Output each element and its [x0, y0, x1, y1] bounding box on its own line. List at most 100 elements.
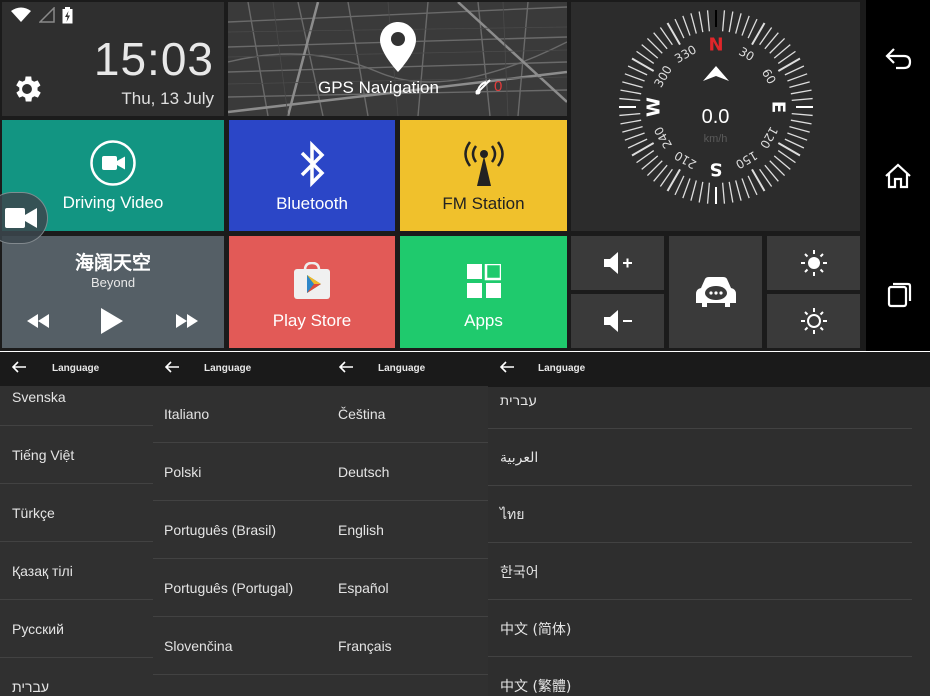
previous-track-icon[interactable] — [27, 314, 49, 328]
compass-tick — [741, 15, 750, 36]
play-store-icon — [294, 262, 330, 299]
compass-degree-label: 60 — [759, 66, 779, 86]
compass-tick — [721, 182, 726, 204]
back-arrow-icon[interactable] — [500, 361, 514, 373]
car-chat-icon — [696, 277, 736, 307]
play-icon[interactable] — [101, 308, 123, 334]
compass-tick — [682, 178, 691, 199]
clock-time: 15:03 — [93, 33, 214, 85]
panel-header: Language — [0, 352, 153, 386]
compass-tick — [690, 180, 697, 201]
voice-assistant-button[interactable] — [669, 236, 762, 348]
compass-tick — [741, 178, 750, 199]
compass-tick — [698, 11, 704, 33]
compass-tick — [619, 97, 641, 102]
language-item[interactable]: Deutsch — [327, 443, 488, 501]
volume-up-icon — [604, 252, 632, 274]
map-pin-icon — [380, 22, 416, 72]
compass-tick — [747, 175, 758, 196]
compass-degree-label: 210 — [672, 148, 699, 172]
system-nav-bar — [866, 0, 930, 351]
language-item[interactable]: Polski — [153, 443, 327, 501]
panel-title: Language — [538, 363, 586, 374]
brightness-down-button[interactable] — [767, 294, 860, 348]
language-item[interactable]: Tiếng Việt — [0, 426, 153, 484]
clock-widget[interactable]: 15:03 Thu, 13 July — [2, 2, 224, 116]
volume-up-button[interactable] — [571, 236, 664, 290]
recent-apps-icon[interactable] — [884, 282, 912, 308]
language-item[interactable]: Қазақ тілі — [0, 542, 153, 600]
play-store-tile[interactable]: Play Store — [229, 236, 395, 348]
gps-navigation-label: GPS Navigation — [318, 78, 439, 97]
language-item[interactable]: Slovenčina — [153, 617, 327, 675]
back-arrow-icon[interactable] — [339, 361, 353, 373]
back-icon[interactable] — [884, 46, 912, 70]
fm-station-label: FM Station — [442, 194, 525, 213]
panel-header: Language — [488, 352, 930, 387]
compass-tick — [735, 180, 742, 201]
compass-north-label: N — [708, 35, 723, 56]
compass-tick — [624, 73, 645, 82]
volume-down-button[interactable] — [571, 294, 664, 348]
language-list: Svenska Tiếng Việt Türkçe Қазақ тілі Рус… — [0, 368, 153, 696]
gear-icon[interactable] — [10, 72, 44, 106]
panel-title: Language — [52, 363, 100, 374]
compass-tick — [627, 65, 648, 76]
language-item[interactable]: 한국어 — [488, 543, 930, 600]
language-panel-1: Svenska Tiếng Việt Türkçe Қазақ тілі Рус… — [0, 352, 153, 696]
compass-tick — [728, 11, 734, 33]
language-item[interactable]: English — [327, 501, 488, 559]
language-item[interactable]: Français — [327, 617, 488, 675]
satellite-count: 0 — [494, 78, 503, 95]
language-list: Čeština Deutsch English Español Français — [327, 385, 488, 675]
compass-south-label: S — [710, 159, 723, 180]
compass-degree-label: 330 — [672, 42, 699, 66]
compass-tick — [735, 13, 742, 34]
back-arrow-icon[interactable] — [165, 361, 179, 373]
compass-tick — [690, 13, 697, 34]
compass-tick — [674, 18, 685, 39]
compass-tick — [784, 65, 805, 76]
speed-value: 0.0 — [701, 106, 730, 128]
panel-title: Language — [204, 363, 252, 374]
language-item[interactable]: العربية — [488, 429, 930, 486]
battery-charging-icon — [62, 7, 73, 24]
language-item[interactable]: עברית — [0, 658, 153, 696]
language-item[interactable]: Italiano — [153, 385, 327, 443]
compass-tick — [721, 10, 726, 32]
apps-label: Apps — [464, 311, 503, 330]
language-item[interactable]: 中文 (简体) — [488, 600, 930, 657]
bluetooth-icon — [300, 140, 325, 188]
language-item[interactable]: Türkçe — [0, 484, 153, 542]
compass-tick — [620, 89, 642, 95]
language-item[interactable]: Português (Brasil) — [153, 501, 327, 559]
music-player-tile[interactable]: 海阔天空 Beyond — [2, 236, 224, 348]
home-icon[interactable] — [884, 163, 912, 189]
panel-header: Language — [327, 352, 488, 386]
compass-tick — [789, 81, 810, 88]
language-item[interactable]: Português (Portugal) — [153, 559, 327, 617]
language-item[interactable]: Русский — [0, 600, 153, 658]
fm-station-tile[interactable]: FM Station — [400, 120, 567, 231]
launcher-screen: 15:03 Thu, 13 July GPS Navigation 0 N E … — [0, 0, 930, 351]
video-camera-icon — [5, 208, 37, 228]
next-track-icon[interactable] — [176, 314, 198, 328]
language-item[interactable]: 中文 (繁體) — [488, 657, 930, 696]
compass-degree-label: 300 — [651, 63, 675, 90]
signal-icon — [39, 7, 55, 23]
language-item[interactable]: ไทย — [488, 486, 930, 543]
wifi-icon — [11, 7, 31, 22]
bluetooth-tile[interactable]: Bluetooth — [229, 120, 395, 231]
compass-tick — [790, 89, 812, 95]
language-item[interactable]: Čeština — [327, 385, 488, 443]
play-store-label: Play Store — [272, 311, 352, 330]
back-arrow-icon[interactable] — [12, 361, 26, 373]
apps-tile[interactable]: Apps — [400, 236, 567, 348]
compass-degree-label: 150 — [733, 148, 760, 172]
brightness-up-button[interactable] — [767, 236, 860, 290]
gps-navigation-tile[interactable]: GPS Navigation 0 — [228, 2, 567, 116]
language-item[interactable]: Español — [327, 559, 488, 617]
compass-tick — [791, 97, 813, 102]
compass-tick — [706, 10, 711, 32]
compass-tick — [674, 175, 685, 196]
